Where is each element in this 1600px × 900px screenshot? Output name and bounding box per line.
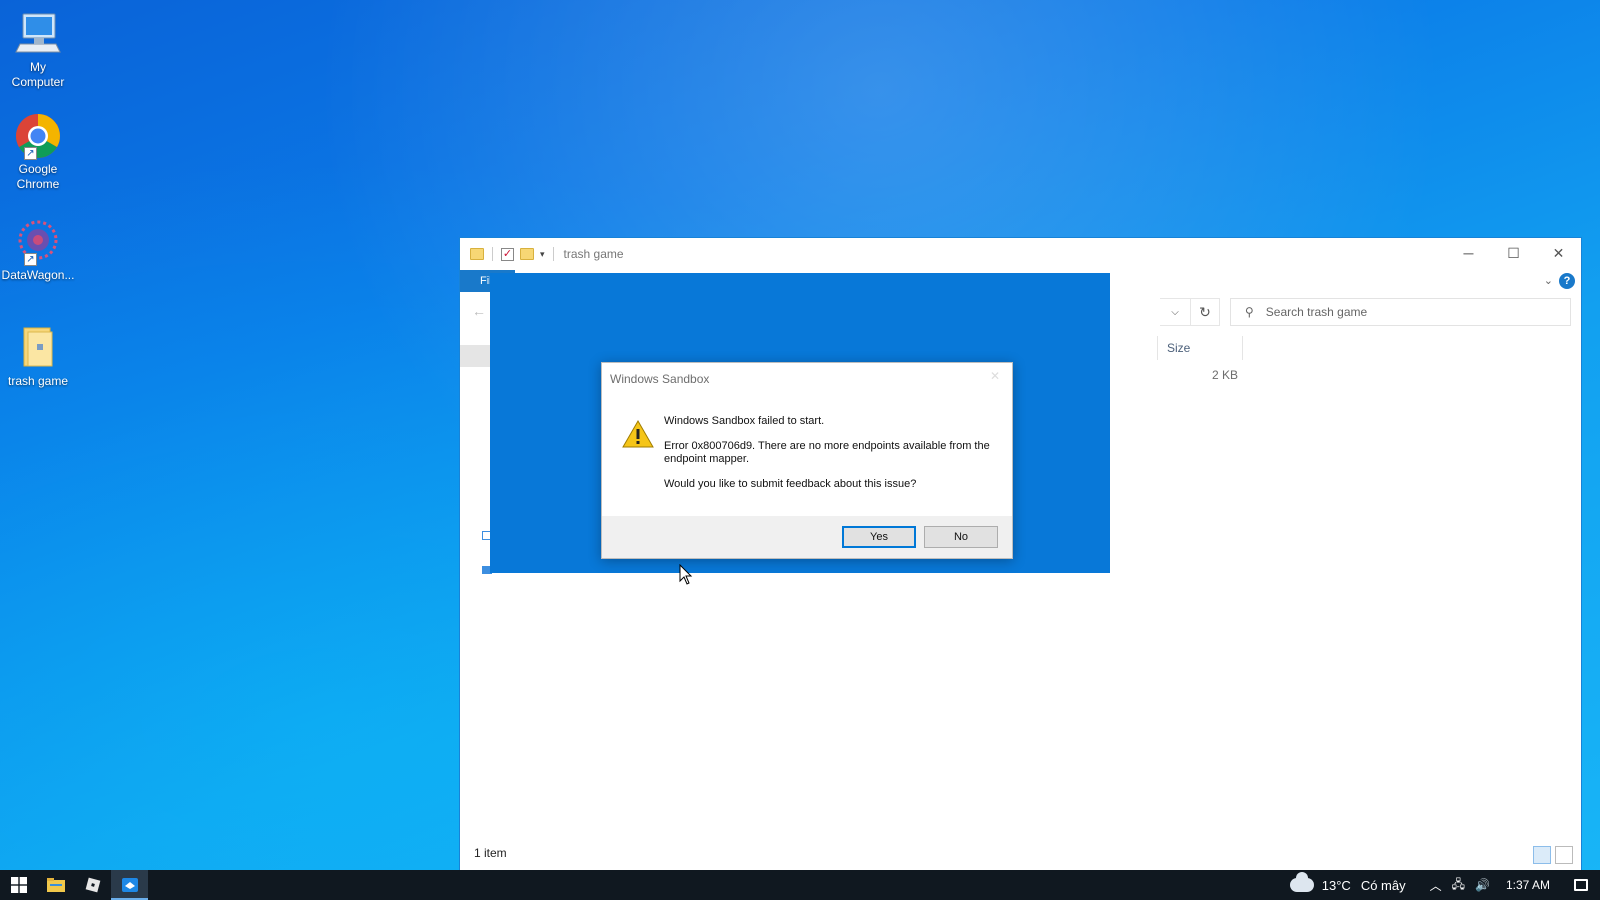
system-tray: 13°C Có mây ︿ 🖧 🔊 1:37 AM: [1289, 870, 1600, 900]
toolbar-separator: [552, 247, 554, 261]
search-placeholder: Search trash game: [1265, 305, 1368, 319]
minimize-button[interactable]: ─: [1446, 238, 1491, 268]
weather-temperature[interactable]: 13°C: [1322, 878, 1351, 893]
dialog-body: Windows Sandbox failed to start. Error 0…: [664, 415, 994, 503]
new-folder-icon[interactable]: [520, 248, 534, 260]
taskbar: 13°C Có mây ︿ 🖧 🔊 1:37 AM: [0, 870, 1600, 900]
yes-button[interactable]: Yes: [842, 526, 916, 548]
column-header-size[interactable]: Size: [1157, 336, 1243, 360]
status-item-count: 1 item: [474, 846, 507, 860]
dialog-question: Would you like to submit feedback about …: [664, 478, 917, 490]
desktop-icon-label: DataWagon...: [1, 268, 75, 282]
maximize-button[interactable]: ☐: [1491, 238, 1536, 268]
show-hidden-icons-chevron-icon[interactable]: ︿: [1430, 877, 1442, 894]
refresh-button[interactable]: ↻: [1190, 298, 1220, 326]
cloud-weather-icon[interactable]: [1289, 872, 1314, 892]
sandbox-icon: [121, 878, 138, 892]
desktop-icon-google-chrome[interactable]: ↗ Google Chrome: [2, 112, 74, 192]
windows-logo-icon: [10, 877, 27, 893]
dialog-error-message: Error 0x800706d9. There are no more endp…: [664, 440, 990, 465]
close-button[interactable]: ✕: [1536, 238, 1581, 268]
large-icons-view-button[interactable]: [1555, 846, 1573, 864]
taskbar-windows-sandbox[interactable]: [111, 870, 148, 900]
ribbon-expand-icon[interactable]: ⌄: [1544, 274, 1553, 287]
computer-icon: [14, 10, 62, 58]
no-button[interactable]: No: [924, 526, 998, 548]
properties-icon[interactable]: ✓: [501, 247, 514, 261]
desktop-icon-datawagon[interactable]: ↗ DataWagon...: [2, 218, 74, 283]
search-icon: ⚲: [1245, 305, 1254, 319]
taskbar-file-explorer[interactable]: [37, 870, 74, 900]
warning-icon: [622, 419, 654, 449]
start-button[interactable]: [0, 870, 37, 900]
taskbar-roblox[interactable]: [74, 870, 111, 900]
shortcut-arrow-icon: ↗: [24, 253, 37, 266]
chrome-icon: ↗: [14, 112, 62, 160]
details-view-button[interactable]: [1533, 846, 1551, 864]
dialog-footer: Yes No: [602, 516, 1012, 558]
desktop-icon-trash-game[interactable]: trash game: [2, 324, 74, 389]
clock-time[interactable]: 1:37 AM: [1506, 878, 1550, 892]
quick-access-dropdown-icon[interactable]: ▾: [540, 249, 545, 260]
desktop-icon-label: trash game: [7, 374, 69, 388]
datawagon-icon: ↗: [14, 218, 62, 266]
shortcut-arrow-icon: ↗: [24, 147, 37, 160]
roblox-icon: [85, 877, 100, 893]
network-status-icon[interactable]: 🖧: [1452, 875, 1465, 896]
dialog-close-icon[interactable]: ✕: [990, 369, 1000, 383]
toolbar-separator: [492, 247, 493, 261]
sandbox-error-dialog[interactable]: Windows Sandbox ✕ Windows Sandbox failed…: [601, 362, 1013, 559]
dialog-title: Windows Sandbox: [610, 372, 710, 386]
weather-condition[interactable]: Có mây: [1361, 878, 1406, 893]
folder-icon: [14, 324, 62, 372]
file-size-cell: 2 KB: [1211, 368, 1238, 382]
volume-icon[interactable]: 🔊: [1475, 878, 1490, 892]
dialog-heading: Windows Sandbox failed to start.: [664, 415, 825, 427]
mouse-cursor-icon: [679, 563, 693, 586]
desktop-icon-my-computer[interactable]: My Computer: [2, 10, 74, 90]
folder-icon: [470, 248, 484, 260]
desktop-icon-label: Google Chrome: [16, 162, 60, 191]
window-title: trash game: [563, 247, 624, 261]
back-arrow-icon[interactable]: ←: [472, 303, 486, 319]
search-input[interactable]: ⚲ Search trash game: [1230, 298, 1571, 326]
notification-center-icon[interactable]: [1566, 870, 1596, 900]
nav-pane-quick-access[interactable]: [460, 345, 490, 367]
address-history-dropdown[interactable]: ⌵: [1160, 298, 1190, 326]
file-explorer-icon: [46, 878, 65, 892]
help-icon[interactable]: ?: [1559, 273, 1575, 289]
desktop-icon-label: My Computer: [11, 60, 65, 89]
explorer-titlebar[interactable]: ✓ ▾ trash game ─ ☐ ✕: [460, 238, 1581, 270]
